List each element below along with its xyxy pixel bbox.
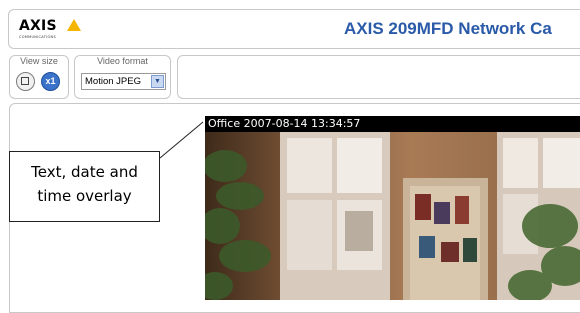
overlay-callout: Text, date and time overlay [9,151,160,222]
video-image [205,116,580,300]
logo-text: AXIS [19,18,57,34]
header-bar: AXIS COMMUNICATIONS AXIS 209MFD Network … [8,9,580,49]
chevron-down-icon[interactable]: ▼ [151,75,164,88]
video-format-label: Video format [97,56,148,66]
callout-line-1: Text, date and [31,163,138,181]
actual-size-button[interactable]: x1 [41,72,60,91]
view-size-label: View size [20,56,58,66]
live-video-view[interactable]: Office 2007-08-14 13:34:57 [205,116,580,300]
text-date-time-overlay: Office 2007-08-14 13:34:57 [208,117,361,130]
toolbar-extra-group [177,55,580,99]
callout-line-2: time overlay [37,187,132,205]
logo-triangle-icon [67,19,81,31]
video-format-select[interactable]: Motion JPEG ▼ [81,73,166,90]
view-size-group: View size x1 [9,55,69,99]
video-format-group: Video format Motion JPEG ▼ [74,55,171,99]
logo-subtext: COMMUNICATIONS [19,35,56,39]
product-title: AXIS 209MFD Network Ca [344,19,552,38]
fit-window-button[interactable] [16,72,35,91]
video-format-value: Motion JPEG [85,76,141,87]
fit-window-icon [21,77,29,85]
axis-logo: AXIS COMMUNICATIONS [19,18,81,42]
